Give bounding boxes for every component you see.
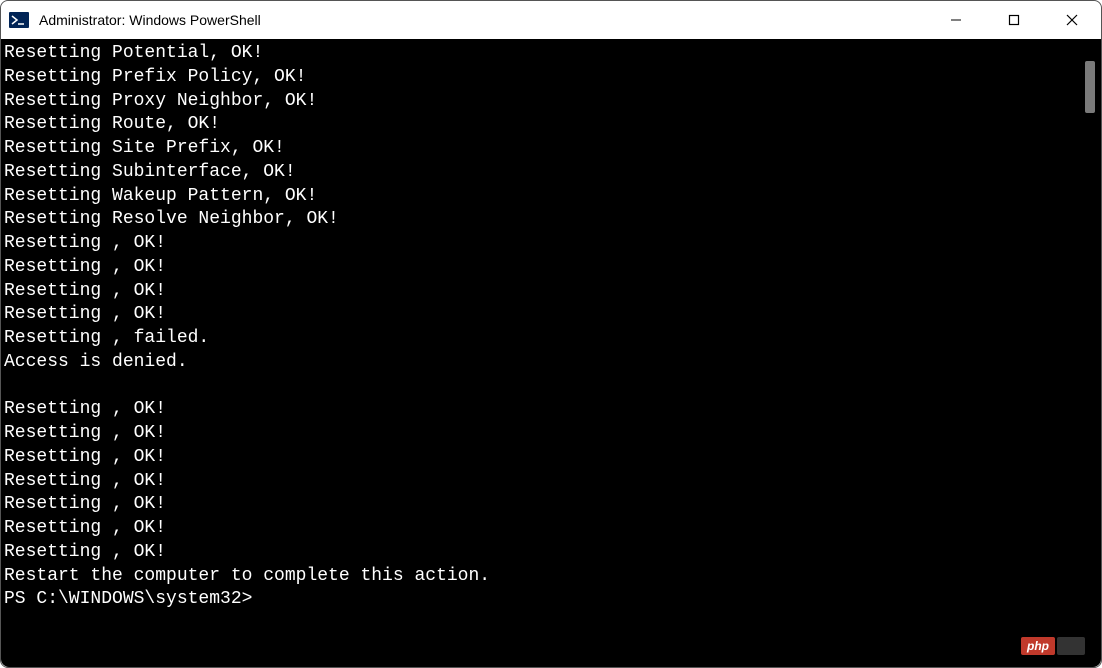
close-button[interactable] (1043, 1, 1101, 39)
terminal-area[interactable]: Resetting Potential, OK! Resetting Prefi… (1, 39, 1101, 667)
minimize-button[interactable] (927, 1, 985, 39)
watermark-side (1057, 637, 1085, 655)
terminal-output: Resetting Potential, OK! Resetting Prefi… (4, 42, 1098, 588)
window-controls (927, 1, 1101, 39)
maximize-button[interactable] (985, 1, 1043, 39)
scrollbar-track[interactable] (1083, 43, 1097, 663)
watermark-badge: php (1021, 637, 1055, 655)
scrollbar-thumb[interactable] (1085, 61, 1095, 113)
prompt-text: PS C:\WINDOWS\system32> (4, 588, 252, 612)
watermark: php (1021, 637, 1085, 655)
powershell-icon (9, 10, 29, 30)
window-titlebar: Administrator: Windows PowerShell (1, 1, 1101, 39)
window-title: Administrator: Windows PowerShell (39, 12, 927, 28)
